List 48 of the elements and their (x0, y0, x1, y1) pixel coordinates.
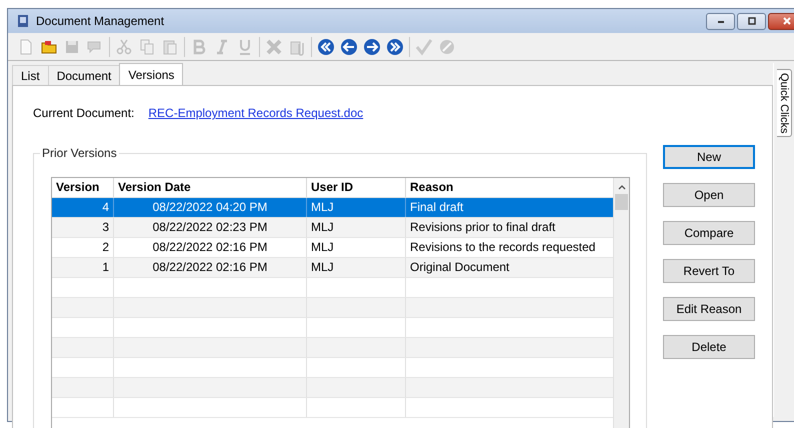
table-cell: MLJ (307, 198, 406, 217)
last-icon[interactable] (386, 38, 404, 56)
table-row[interactable]: 4 08/22/2022 04:20 PM MLJ Final draft (52, 198, 614, 218)
action-button[interactable]: Edit Reason (663, 297, 755, 321)
action-button[interactable]: New (663, 145, 755, 169)
column-header[interactable]: Reason (406, 178, 614, 197)
maximize-button[interactable] (737, 12, 766, 30)
tab[interactable]: Versions (119, 63, 184, 85)
next-icon[interactable] (363, 38, 381, 56)
table-cell-text: Revisions prior to final draft (409, 219, 556, 236)
action-button[interactable]: Compare (663, 221, 755, 245)
window-title: Document Management (36, 14, 164, 28)
first-icon[interactable] (317, 38, 335, 56)
action-button[interactable]: Open (663, 183, 755, 207)
table-cell: 1 (52, 258, 114, 277)
app-icon (16, 14, 30, 28)
tab[interactable]: List (12, 65, 49, 85)
field-label: Current Document: (33, 106, 134, 120)
side-tab[interactable]: Quick Clicks (777, 69, 792, 137)
table-row[interactable]: 1 08/22/2022 02:16 PM MLJ Original Document (52, 258, 614, 278)
table-cell: 08/22/2022 02:16 PM (114, 238, 307, 257)
previous-icon[interactable] (340, 38, 358, 56)
document-link[interactable]: REC-Employment Records Request.doc (148, 106, 364, 120)
action-button[interactable]: Delete (663, 335, 755, 359)
close-icon (782, 16, 792, 26)
column-header[interactable]: User ID (307, 178, 406, 197)
table-cell: MLJ (307, 258, 406, 277)
maximize-icon (746, 16, 756, 26)
scroll-up-icon[interactable] (616, 183, 627, 191)
table-cell-text: Revisions to the records requested (409, 239, 596, 256)
table-cell: 3 (52, 218, 114, 237)
table-cell: MLJ (307, 238, 406, 257)
table-cell: 08/22/2022 02:23 PM (114, 218, 307, 237)
scrollbar[interactable] (613, 178, 629, 428)
action-button[interactable]: Revert To (663, 259, 755, 283)
column-header[interactable]: Version Date (114, 178, 307, 197)
table-cell: MLJ (307, 218, 406, 237)
column-header[interactable]: Version (52, 178, 114, 197)
table-cell: 08/22/2022 02:16 PM (114, 258, 307, 277)
group-title: Prior Versions (40, 146, 119, 160)
scrollbar-thumb[interactable] (615, 194, 628, 210)
table-cell: 4 (52, 198, 114, 217)
table-cell-text: Original Document (409, 259, 510, 276)
table-cell: 2 (52, 238, 114, 257)
table-cell: 08/22/2022 04:20 PM (114, 198, 307, 217)
table-cell-text: Final draft (409, 199, 464, 216)
table-row[interactable]: 3 08/22/2022 02:23 PM MLJ Revisions prior to final draft (52, 218, 614, 238)
minimize-button[interactable] (706, 12, 735, 30)
